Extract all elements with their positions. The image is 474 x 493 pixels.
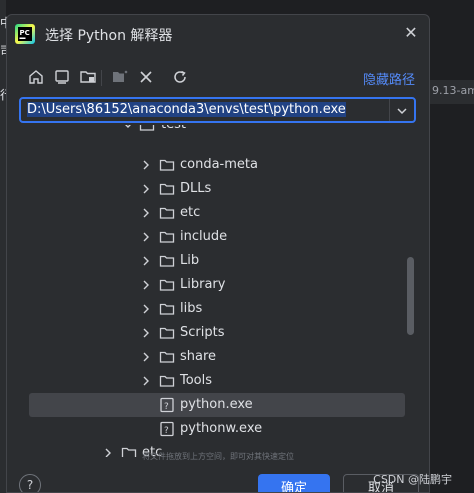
background-field-text: 9.13-am [432, 84, 474, 97]
tree-item-lib[interactable]: Lib [19, 249, 407, 273]
tree-item-label: python.exe [180, 397, 253, 412]
chevron-right-icon[interactable] [141, 160, 151, 170]
svg-text:PC: PC [20, 29, 30, 37]
tree-item-label: pythonw.exe [180, 421, 263, 436]
tree-item-include[interactable]: include [19, 225, 407, 249]
dialog-titlebar: PC 选择 Python 解释器 ✕ [7, 15, 429, 53]
tree-scrollbar[interactable] [407, 257, 414, 335]
chevron-down-icon[interactable] [389, 99, 414, 121]
drag-drop-hint: 将文件拖放到上方空间，即可对其快速定位 [142, 452, 294, 461]
tree-item-label: Lib [180, 253, 200, 268]
tree-item-label: test [161, 125, 186, 132]
ok-button[interactable]: 确定 [258, 474, 330, 492]
tree-item-etc[interactable]: etc [19, 201, 407, 225]
folder-icon [159, 303, 175, 315]
desktop-icon[interactable] [53, 68, 71, 86]
tree-item-conda-meta[interactable]: conda-meta [19, 153, 407, 177]
unknown-file-icon: ? [160, 397, 174, 413]
tree-item-libs[interactable]: libs [19, 297, 407, 321]
chevron-down-icon[interactable] [123, 125, 133, 130]
dialog-toolbar: 隐藏路径 [7, 65, 429, 91]
background-ide-right: 9.13-am [430, 0, 474, 493]
folder-icon [159, 231, 175, 243]
tree-item-tools[interactable]: Tools [19, 369, 407, 393]
select-interpreter-dialog: PC 选择 Python 解释器 ✕ 隐藏路径 D:\Users\86152\a… [6, 14, 430, 493]
tree-item-label: include [180, 229, 228, 244]
project-folder-icon[interactable] [79, 68, 97, 86]
path-text: D:\Users\86152\anaconda3\envs\test\pytho… [27, 102, 346, 117]
close-icon[interactable]: ✕ [401, 23, 421, 43]
refresh-icon[interactable] [171, 68, 189, 86]
dialog-title: 选择 Python 解释器 [45, 28, 173, 44]
help-button[interactable]: ? [19, 474, 41, 492]
chevron-right-icon[interactable] [141, 208, 151, 218]
tree-item-library[interactable]: Library [19, 273, 407, 297]
tree-item-label: Tools [180, 373, 213, 388]
svg-text:?: ? [164, 402, 169, 412]
path-input[interactable]: D:\Users\86152\anaconda3\envs\test\pytho… [21, 99, 389, 121]
tree-item-scripts[interactable]: Scripts [19, 321, 407, 345]
folder-icon [159, 159, 175, 171]
home-icon[interactable] [27, 68, 45, 86]
folder-icon [159, 255, 175, 267]
folder-icon [139, 125, 155, 131]
tree-item-test[interactable]: test [19, 125, 407, 137]
tree-item-label: Scripts [180, 325, 225, 340]
svg-text:?: ? [164, 426, 169, 436]
chevron-right-icon[interactable] [141, 352, 151, 362]
delete-icon[interactable] [137, 68, 155, 86]
tree-item-label: conda-meta [180, 157, 258, 172]
chevron-right-icon[interactable] [141, 256, 151, 266]
folder-icon [159, 327, 175, 339]
background-field: 9.13-am [430, 80, 474, 104]
unknown-file-icon: ? [160, 421, 174, 437]
path-field[interactable]: D:\Users\86152\anaconda3\envs\test\pytho… [19, 97, 416, 123]
pycharm-logo-icon: PC [15, 24, 35, 44]
folder-icon [159, 351, 175, 363]
tree-item-label: etc [180, 205, 201, 220]
chevron-right-icon[interactable] [141, 328, 151, 338]
folder-icon [159, 183, 175, 195]
chevron-right-icon[interactable] [141, 376, 151, 386]
toolbar-separator [101, 70, 102, 86]
folder-icon [159, 279, 175, 291]
folder-icon [159, 375, 175, 387]
file-tree: test conda-meta DLLs etc include Lib [19, 125, 414, 457]
tree-item-label: libs [180, 301, 203, 316]
tree-item-label: Library [180, 277, 226, 292]
hide-path-link[interactable]: 隐藏路径 [363, 69, 415, 88]
csdn-watermark: CSDN @陆鹏宇 [373, 473, 452, 486]
new-folder-icon[interactable] [111, 68, 129, 86]
tree-item-pythonw-exe[interactable]: ? pythonw.exe [19, 417, 407, 441]
tree-item-label: DLLs [180, 181, 212, 196]
chevron-right-icon[interactable] [141, 232, 151, 242]
tree-item-python-exe[interactable]: ? python.exe [29, 393, 405, 417]
chevron-right-icon[interactable] [141, 304, 151, 314]
chevron-right-icon[interactable] [141, 184, 151, 194]
folder-icon [159, 207, 175, 219]
tree-item-share[interactable]: share [19, 345, 407, 369]
tree-item-label: share [180, 349, 217, 364]
tree-item-dlls[interactable]: DLLs [19, 177, 407, 201]
chevron-right-icon[interactable] [141, 280, 151, 290]
